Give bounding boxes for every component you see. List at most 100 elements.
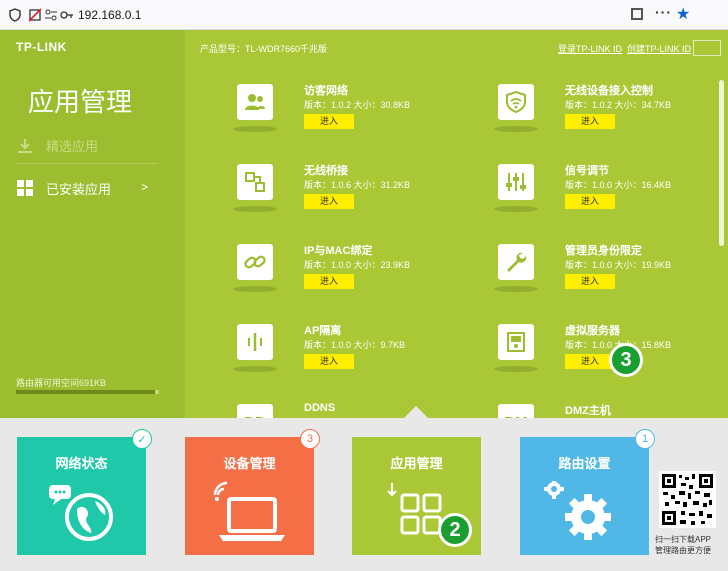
enter-button[interactable]: 进入 bbox=[304, 274, 354, 289]
router-admin-app: TP-LINK 应用管理 精选应用 已安装应用 > 路由器可用空间691KB 产… bbox=[0, 30, 728, 418]
icon-shadow bbox=[494, 206, 538, 212]
app-card-wireless-bridge: 无线桥接 版本：1.0.6 大小：31.2KB 进入 bbox=[233, 164, 487, 226]
app-card-wireless-access-control: 无线设备接入控制 版本：1.0.2 大小：34.7KB 进入 bbox=[494, 84, 728, 146]
product-model: 产品型号：TL-WDR7660千兆版 bbox=[200, 44, 328, 54]
app-name: IP与MAC绑定 bbox=[304, 245, 373, 257]
language-select[interactable] bbox=[693, 40, 721, 56]
sidebar-item-label: 精选应用 bbox=[46, 139, 99, 154]
enter-button[interactable]: 进入 bbox=[304, 354, 354, 369]
active-tile-pointer bbox=[404, 406, 428, 418]
enter-button[interactable]: 进入 bbox=[565, 354, 615, 369]
bottom-nav: 网络状态 ✓ 设备管理 3 应用管理 2 路由设置 1 扫一扫下载APP 管理路… bbox=[0, 418, 728, 571]
enter-button[interactable]: 进入 bbox=[304, 194, 354, 209]
page-title: 应用管理 bbox=[28, 87, 133, 117]
app-name: 无线设备接入控制 bbox=[565, 85, 653, 97]
ap-isolation-icon bbox=[237, 324, 273, 360]
ddns-icon: DD bbox=[237, 404, 273, 418]
app-name: 信号调节 bbox=[565, 165, 609, 177]
status-badge: ✓ bbox=[132, 429, 152, 449]
app-meta: 版本：1.0.0 大小：19.9KB bbox=[565, 260, 672, 270]
enter-button[interactable]: 进入 bbox=[565, 114, 615, 129]
step-callout-3: 3 bbox=[609, 343, 643, 377]
guest-users-icon bbox=[237, 84, 273, 120]
app-name: AP隔离 bbox=[304, 325, 342, 337]
app-name: DDNS bbox=[304, 402, 336, 414]
storage-bar-fill bbox=[16, 390, 155, 394]
sidebar-item-installed[interactable]: 已安装应用 > bbox=[16, 170, 158, 206]
app-meta: 版本：1.0.0 大小：23.9KB bbox=[304, 260, 411, 270]
qr-caption: 扫一扫下载APP 管理路由更方便 bbox=[655, 535, 712, 555]
key-icon[interactable] bbox=[60, 8, 74, 22]
tile-title: 路由设置 bbox=[558, 456, 611, 471]
create-tplink-id-link[interactable]: 创建TP-LINK ID bbox=[627, 42, 691, 55]
app-card-admin-identity: 管理员身份限定 版本：1.0.0 大小：19.9KB 进入 bbox=[494, 244, 728, 306]
storage-text: 路由器可用空间691KB bbox=[16, 378, 107, 388]
shield-icon[interactable] bbox=[8, 8, 22, 22]
app-card-ap-isolation: AP隔离 版本：1.0.0 大小：9.7KB 进入 bbox=[233, 324, 487, 386]
dmz-icon: DM bbox=[498, 404, 534, 418]
sidebar-item-featured[interactable]: 精选应用 bbox=[16, 128, 158, 164]
tile-network-status[interactable]: 网络状态 ✓ bbox=[17, 429, 152, 555]
bookmark-star-icon[interactable]: ★ bbox=[676, 4, 690, 24]
app-name: 访客网络 bbox=[304, 85, 348, 97]
tile-app-management[interactable]: 应用管理 2 bbox=[352, 437, 481, 555]
blocked-tracker-icon[interactable] bbox=[28, 8, 42, 22]
icon-shadow bbox=[233, 206, 277, 212]
qr-icon[interactable] bbox=[631, 8, 643, 20]
bridge-icon bbox=[237, 164, 273, 200]
more-icon[interactable]: ··· bbox=[655, 4, 672, 20]
app-name: 虚拟服务器 bbox=[565, 325, 620, 337]
app-name: 管理员身份限定 bbox=[565, 245, 642, 257]
icon-shadow bbox=[233, 286, 277, 292]
apps-grid-icon bbox=[387, 483, 442, 535]
app-card-dmz-host: DM DMZ主机 bbox=[498, 404, 728, 418]
icon-shadow bbox=[233, 366, 277, 372]
app-name: DMZ主机 bbox=[565, 405, 611, 417]
wrench-icon bbox=[498, 244, 534, 280]
gears-icon bbox=[544, 481, 611, 540]
link-icon bbox=[237, 244, 273, 280]
app-card-ddns: DD DDNS bbox=[237, 402, 487, 418]
step-callout-2: 2 bbox=[438, 513, 472, 547]
icon-shadow bbox=[494, 126, 538, 132]
server-icon bbox=[498, 324, 534, 360]
app-card-ip-mac-binding: IP与MAC绑定 版本：1.0.0 大小：23.9KB 进入 bbox=[233, 244, 487, 306]
app-card-guest-network: 访客网络 版本：1.0.2 大小：30.8KB 进入 bbox=[233, 84, 487, 146]
enter-button[interactable]: 进入 bbox=[304, 114, 354, 129]
tile-device-management[interactable]: 设备管理 3 bbox=[185, 429, 320, 555]
icon-shadow bbox=[494, 286, 538, 292]
laptop-wifi-icon bbox=[213, 481, 285, 541]
sidebar-item-label: 已安装应用 bbox=[46, 181, 112, 197]
tile-title: 设备管理 bbox=[223, 456, 276, 471]
storage-bar bbox=[16, 390, 159, 394]
url-bar[interactable]: 192.168.0.1 bbox=[78, 8, 141, 22]
permissions-icon[interactable] bbox=[44, 8, 58, 22]
qr-code-image bbox=[659, 471, 716, 528]
app-card-signal-adjust: 信号调节 版本：1.0.0 大小：16.4KB 进入 bbox=[494, 164, 728, 226]
login-tplink-id-link[interactable]: 登录TP-LINK ID bbox=[558, 42, 622, 55]
app-meta: 版本：1.0.2 大小：34.7KB bbox=[565, 100, 672, 110]
app-meta: 版本：1.0.0 大小：16.4KB bbox=[565, 180, 672, 190]
app-name: 无线桥接 bbox=[304, 165, 348, 177]
app-meta: 版本：1.0.2 大小：30.8KB bbox=[304, 100, 411, 110]
icon-shadow bbox=[494, 366, 538, 372]
chevron-right-icon: > bbox=[140, 180, 148, 194]
sidebar: TP-LINK 应用管理 精选应用 已安装应用 > 路由器可用空间691KB bbox=[0, 30, 185, 418]
enter-button[interactable]: 进入 bbox=[565, 194, 615, 209]
icon-shadow bbox=[233, 126, 277, 132]
tile-router-settings[interactable]: 路由设置 1 bbox=[520, 429, 655, 555]
app-meta: 版本：1.0.0 大小：9.7KB bbox=[304, 340, 406, 350]
enter-button[interactable]: 进入 bbox=[565, 274, 615, 289]
app-meta: 版本：1.0.6 大小：31.2KB bbox=[304, 180, 411, 190]
browser-toolbar: 192.168.0.1 ··· ★ bbox=[0, 0, 728, 30]
status-badge: 3 bbox=[300, 429, 320, 449]
status-badge: 1 bbox=[635, 429, 655, 449]
wifi-shield-icon bbox=[498, 84, 534, 120]
download-icon bbox=[18, 138, 32, 153]
sliders-icon bbox=[498, 164, 534, 200]
tile-title: 网络状态 bbox=[55, 456, 108, 471]
tp-link-logo: TP-LINK bbox=[16, 40, 67, 54]
tile-title: 应用管理 bbox=[390, 456, 443, 471]
grid-icon bbox=[17, 180, 33, 196]
globe-chat-icon bbox=[49, 485, 113, 541]
